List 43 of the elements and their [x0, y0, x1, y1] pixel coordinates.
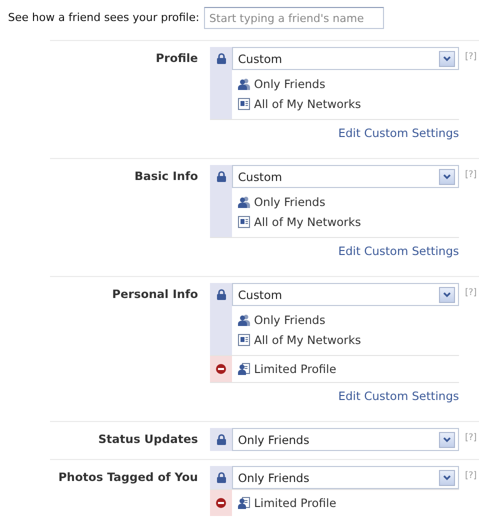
- setting-label: Status Updates: [97, 431, 199, 448]
- privacy-dropdown[interactable]: Only Friends: [232, 428, 459, 451]
- audience-item: Limited Profile: [254, 362, 336, 376]
- audience-item: Limited Profile: [254, 496, 336, 510]
- edit-custom-settings-link[interactable]: Edit Custom Settings: [338, 126, 459, 140]
- privacy-dropdown[interactable]: Custom: [232, 47, 459, 70]
- edit-custom-settings-link[interactable]: Edit Custom Settings: [338, 244, 459, 258]
- no-entry-icon: [216, 498, 226, 508]
- friend-name-field[interactable]: Start typing a friend's name: [204, 7, 384, 29]
- no-entry-icon: [216, 364, 226, 374]
- people-icon: [238, 196, 250, 208]
- people-icon: [238, 78, 250, 90]
- setting-label: Profile: [154, 50, 199, 67]
- setting-label: Photos Tagged of You: [57, 469, 199, 486]
- preview-label: See how a friend sees your profile:: [8, 10, 200, 26]
- chevron-down-icon: [443, 292, 451, 298]
- edit-custom-settings-link[interactable]: Edit Custom Settings: [338, 389, 459, 403]
- audience-item: Only Friends: [254, 195, 326, 209]
- audience-item: Only Friends: [254, 313, 326, 327]
- audience-item: All of My Networks: [254, 333, 362, 347]
- chevron-down-icon: [443, 474, 451, 480]
- person-card-icon: [238, 497, 250, 509]
- privacy-dropdown[interactable]: Only Friends: [232, 466, 459, 489]
- setting-label: Personal Info: [111, 286, 199, 303]
- lock-icon: [216, 434, 226, 445]
- chevron-down-icon: [443, 56, 451, 62]
- audience-item: All of My Networks: [254, 97, 362, 111]
- card-icon: [238, 334, 250, 346]
- people-icon: [238, 314, 250, 326]
- audience-item: All of My Networks: [254, 215, 362, 229]
- lock-icon: [216, 53, 226, 64]
- privacy-dropdown[interactable]: Custom: [232, 165, 459, 188]
- audience-item: Only Friends: [254, 77, 326, 91]
- lock-icon: [216, 289, 226, 300]
- chevron-down-icon: [443, 174, 451, 180]
- card-icon: [238, 216, 250, 228]
- setting-label: Basic Info: [133, 168, 199, 185]
- lock-icon: [216, 472, 226, 483]
- person-card-icon: [238, 363, 250, 375]
- card-icon: [238, 98, 250, 110]
- privacy-dropdown[interactable]: Custom: [232, 283, 459, 306]
- lock-icon: [216, 171, 226, 182]
- chevron-down-icon: [443, 436, 451, 442]
